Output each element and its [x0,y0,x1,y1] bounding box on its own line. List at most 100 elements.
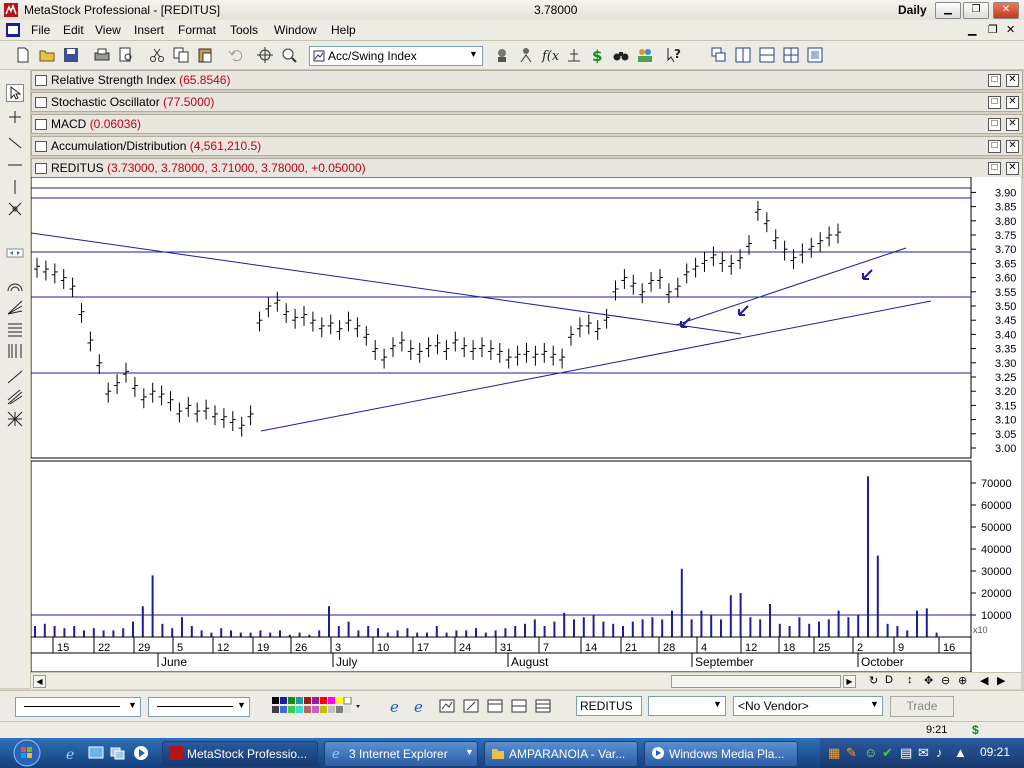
dollar-icon[interactable]: $ [589,46,607,64]
menu-insert[interactable]: Insert [132,22,166,38]
fibonacci-retracement-icon[interactable] [6,320,24,338]
pointer-icon[interactable] [6,84,24,102]
tray-messenger-icon[interactable]: ✉ [918,745,929,761]
menu-help[interactable]: Help [329,22,358,38]
resize-vertical-icon[interactable]: ↕ [907,674,913,686]
tile-grid-icon[interactable] [782,46,800,64]
menu-edit[interactable]: Edit [61,22,86,38]
tray-network-icon[interactable]: ▤ [900,745,912,761]
tile-horizontal-icon[interactable] [758,46,776,64]
fibonacci-arcs-icon[interactable] [6,276,24,294]
menu-file[interactable]: File [29,22,52,38]
chevron-down-icon[interactable]: ▼ [128,700,137,710]
menu-view[interactable]: View [93,22,123,38]
time-zones-icon[interactable] [6,342,24,360]
security-list-select[interactable]: ▼ [648,696,726,716]
price-volume-chart[interactable]: 3.90 3.85 3.80 3.75 3.70 3.65 3.60 3.55 3.50 3.45… [31,177,1021,672]
andrews-pitchfork-icon[interactable] [6,388,24,406]
panel-close-button[interactable]: ✕ [1006,140,1019,153]
panel-maximize-button[interactable]: □ [988,118,1001,131]
panel-header-price[interactable]: REDITUS (3.73000, 3.78000, 3.71000, 3.78… [31,158,1023,178]
switch-windows-icon[interactable] [110,745,126,761]
help-icon[interactable]: ? [666,46,684,64]
panel-maximize-button[interactable]: □ [988,96,1001,109]
mdi-minimize-button[interactable]: ▁ [968,23,976,36]
print-preview-icon[interactable] [117,46,135,64]
metastock-app-icon[interactable] [3,2,19,18]
periodicity[interactable]: Daily [898,3,927,17]
panel-header-stochastic[interactable]: Stochastic Oscillator (77.5000) □ ✕ [31,92,1023,112]
system-tester-icon[interactable] [565,46,583,64]
panel-header-macd[interactable]: MACD (0.06036) □ ✕ [31,114,1023,134]
cut-icon[interactable] [148,46,166,64]
chevron-down-icon[interactable]: ▼ [870,699,879,709]
panel-maximize-button[interactable]: □ [988,74,1001,87]
task-windows-media-player[interactable]: Windows Media Pla... [644,741,798,767]
zoom-out-icon[interactable]: ⊖ [941,674,950,687]
refresh-icon[interactable]: ↻ [869,674,878,687]
copy-icon[interactable] [172,46,190,64]
chart-scrollbar[interactable]: ◀ ▶ ↻ D ↕ ✥ ⊖ ⊕ ◀ ▶ [31,672,1021,689]
print-icon[interactable] [93,46,111,64]
zoom-in-icon[interactable]: ⊕ [958,674,967,687]
move-icon[interactable]: ✥ [924,674,933,687]
next-page-icon[interactable]: ▶ [997,674,1005,687]
close-button[interactable]: ✕ [993,2,1019,19]
chart-area[interactable]: 3.90 3.85 3.80 3.75 3.70 3.65 3.60 3.55 3.50 3.45… [31,177,1021,689]
menu-tools[interactable]: Tools [228,22,260,38]
color-palette[interactable] [272,697,364,715]
prev-page-icon[interactable]: ◀ [980,674,988,687]
panel-close-button[interactable]: ✕ [1006,162,1019,175]
panel-header-rsi[interactable]: Relative Strength Index (65.8546) □ ✕ [31,70,1023,90]
panel-close-button[interactable]: ✕ [1006,96,1019,109]
layout-icon[interactable] [486,697,504,715]
new-icon[interactable] [14,46,32,64]
trade-button[interactable]: Trade [890,696,954,717]
cascade-icon[interactable] [710,46,728,64]
undo-icon[interactable] [227,46,245,64]
vertical-line-tool-icon[interactable] [6,178,24,196]
expert-advisor-icon[interactable] [493,46,511,64]
panel-maximize-button[interactable]: □ [988,140,1001,153]
panel-maximize-button[interactable]: □ [988,162,1001,175]
tray-check-icon[interactable]: ✔ [882,745,893,761]
task-amparanoia[interactable]: AMPARANOIA - Var... [484,741,638,767]
volume-icon[interactable]: ♪ [936,745,943,760]
vendor-select[interactable]: <No Vendor> ▼ [733,696,883,716]
minimize-button[interactable]: ▁ [935,2,961,19]
zoom-icon[interactable] [280,46,298,64]
paste-icon[interactable] [196,46,214,64]
explorer-icon[interactable] [517,46,535,64]
horizontal-line-tool-icon[interactable] [6,156,24,174]
edit-chart-icon[interactable] [462,697,480,715]
binoculars-icon[interactable] [612,46,630,64]
mdi-close-button[interactable]: ✕ [1006,23,1015,36]
media-quicklaunch-icon[interactable] [133,745,149,761]
layout-triple-icon[interactable] [534,697,552,715]
fan-lines-icon[interactable] [6,298,24,316]
layout-split-icon[interactable] [510,697,528,715]
tray-signal-icon[interactable]: ▲ [954,745,967,760]
panel-close-button[interactable]: ✕ [1006,118,1019,131]
scroll-thumb[interactable] [671,675,841,688]
open-icon[interactable] [38,46,56,64]
formula-icon[interactable]: f(x) [541,46,559,64]
chevron-down-icon[interactable]: ▼ [469,49,478,59]
crosshair-tool-icon[interactable] [6,108,24,126]
scroll-right-button[interactable]: ▶ [843,675,856,688]
scroll-left-button[interactable]: ◀ [33,675,46,688]
panel-close-button[interactable]: ✕ [1006,74,1019,87]
arrange-icon[interactable] [806,46,824,64]
task-internet-explorer[interactable]: e 3 Internet Explorer ▼ [324,741,478,767]
periodicity-icon[interactable]: D [885,674,893,686]
desktop-quicklaunch-icon[interactable] [88,745,104,761]
indicator-select[interactable]: Acc/Swing Index ▼ [309,46,483,66]
raff-channel-icon[interactable] [6,368,24,386]
trendline-tool-icon[interactable] [6,134,24,152]
chevron-down-icon[interactable]: ▼ [713,699,722,709]
line-weight-select[interactable]: ▼ [148,697,250,717]
tray-user-icon[interactable]: ☺ [864,745,877,760]
panel-header-accumulation[interactable]: Accumulation/Distribution (4,561,210.5) … [31,136,1023,156]
symbol-input[interactable]: REDITUS [576,696,642,716]
gann-grid-icon[interactable] [6,410,24,428]
